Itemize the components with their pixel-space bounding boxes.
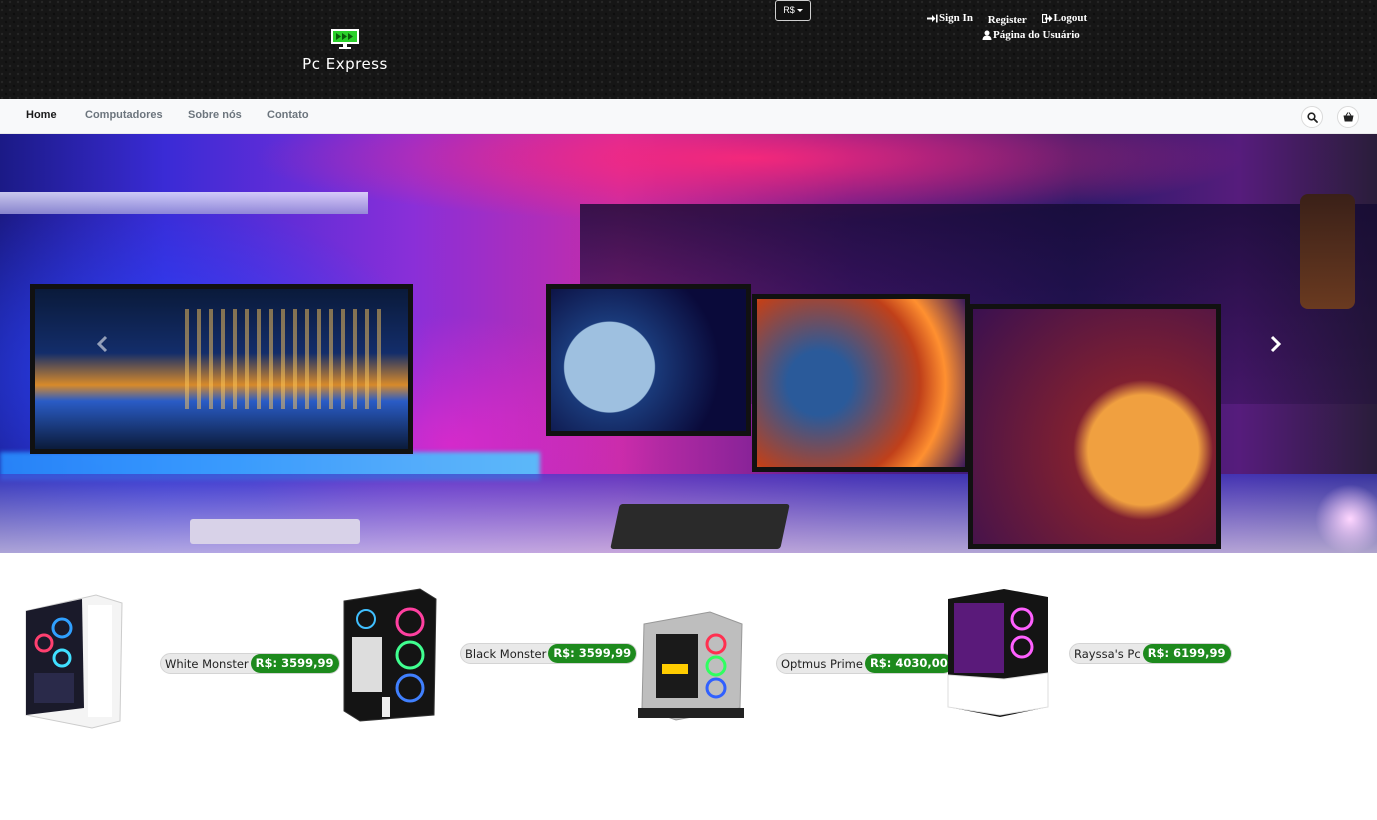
register-link[interactable]: Register <box>988 14 1027 26</box>
currency-label: R$ <box>783 5 795 15</box>
hero-image-monitor <box>752 294 970 472</box>
sign-in-link[interactable]: Sign In <box>927 12 973 24</box>
logo-text: Pc Express <box>302 55 388 73</box>
pc-case-image-white-purple <box>947 589 1049 717</box>
caret-down-icon <box>796 9 803 13</box>
hero-carousel <box>0 134 1377 553</box>
product-name: Rayssa's Pc <box>1074 646 1141 661</box>
hero-image-speaker <box>1300 194 1355 309</box>
hero-image-monitor <box>968 304 1221 549</box>
hero-image-shelf <box>0 192 368 214</box>
product-price: R$: 6199,99 <box>1142 644 1231 663</box>
chevron-left-icon[interactable] <box>93 334 113 354</box>
logout-link[interactable]: Logout <box>1041 12 1088 24</box>
product-price: R$: 4030,00 <box>864 654 953 673</box>
hero-image-keyboard <box>610 504 790 549</box>
logo-monitor-icon <box>331 29 359 49</box>
product-name: White Monster <box>165 656 249 671</box>
site-logo[interactable]: Pc Express <box>300 26 390 76</box>
product-tag[interactable]: Black Monster R$: 3599,99 <box>460 643 638 664</box>
top-header: Pc Express R$ Sign In Register Logout Pá… <box>0 0 1377 99</box>
hero-image-keyboard <box>190 519 360 544</box>
nav-home[interactable]: Home <box>26 109 57 121</box>
user-icon <box>982 30 992 40</box>
hero-image-monitor <box>546 284 751 436</box>
product-tag[interactable]: Rayssa's Pc R$: 6199,99 <box>1069 643 1232 664</box>
chevron-right-icon[interactable] <box>1265 334 1285 354</box>
logout-label: Logout <box>1053 12 1088 24</box>
search-icon <box>1306 111 1318 123</box>
user-page-link[interactable]: Página do Usuário <box>982 29 1080 41</box>
sign-in-label: Sign In <box>939 12 973 24</box>
currency-dropdown[interactable]: R$ <box>775 0 811 21</box>
product-price: R$: 3599,99 <box>250 654 339 673</box>
user-page-label: Página do Usuário <box>993 29 1080 41</box>
nav-contato[interactable]: Contato <box>267 109 309 121</box>
cart-button[interactable] <box>1337 106 1359 128</box>
nav-computadores[interactable]: Computadores <box>85 109 163 121</box>
main-navbar: Home Computadores Sobre nós Contato <box>0 99 1377 134</box>
register-label: Register <box>987 13 1027 26</box>
logout-icon <box>1041 13 1053 23</box>
sign-in-icon <box>927 14 938 22</box>
nav-sobre-nos[interactable]: Sobre nós <box>188 109 242 121</box>
product-name: Optmus Prime <box>781 656 863 671</box>
pc-case-image-black <box>343 588 437 722</box>
hero-image-monitor <box>30 284 413 454</box>
product-tag[interactable]: White Monster R$: 3599,99 <box>160 653 340 674</box>
pc-case-image-white <box>25 594 123 729</box>
basket-icon <box>1343 112 1353 122</box>
product-price: R$: 3599,99 <box>548 644 637 663</box>
product-tag[interactable]: Optmus Prime R$: 4030,00 <box>776 653 954 674</box>
search-button[interactable] <box>1301 106 1323 128</box>
hero-image-lamp <box>1315 484 1377 553</box>
pc-case-image-open <box>638 611 744 721</box>
product-name: Black Monster <box>465 646 547 661</box>
